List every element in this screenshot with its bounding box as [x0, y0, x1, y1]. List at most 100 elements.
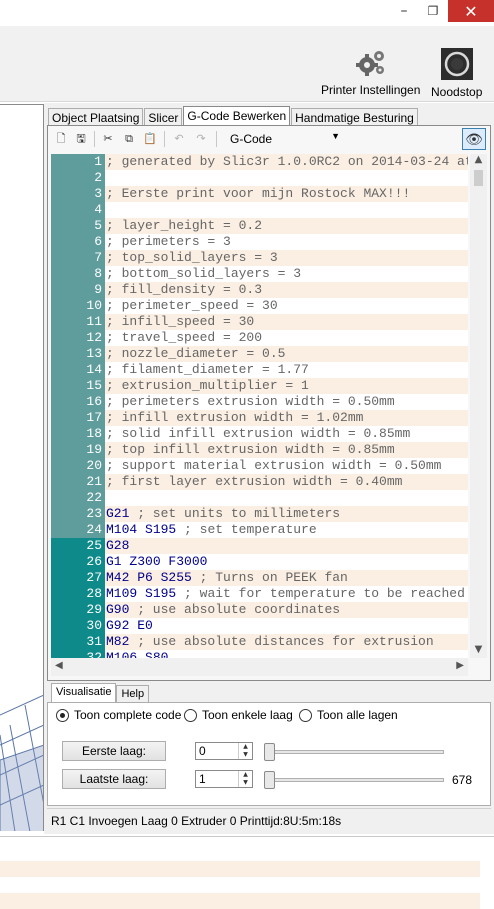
last-layer-button[interactable]: Laatste laag:	[62, 769, 166, 789]
code-line[interactable]: 5; layer_height = 0.2	[51, 218, 468, 234]
line-number: 30	[51, 618, 105, 634]
last-layer-spinner[interactable]: 1 ▲ ▼	[195, 770, 253, 788]
copy-icon[interactable]: ⧉	[122, 132, 136, 146]
line-text: ; infill extrusion width = 1.02mm	[105, 410, 468, 426]
last-layer-slider[interactable]	[264, 770, 444, 789]
line-text: ; nozzle_diameter = 0.5	[105, 346, 468, 362]
code-line[interactable]: 29 G90 ; use absolute coordinates	[51, 602, 468, 618]
3d-preview-pane[interactable]	[0, 104, 44, 831]
code-line[interactable]: 10; perimeter_speed = 30	[51, 298, 468, 314]
code-line[interactable]: 14; filament_diameter = 1.77	[51, 362, 468, 378]
radio-show-all-layers[interactable]: Toon alle lagen	[299, 708, 398, 722]
scroll-left-icon[interactable]: ◀	[55, 660, 63, 671]
redo-icon[interactable]: ↷	[194, 132, 208, 146]
code-line[interactable]: 16; perimeters extrusion width = 0.50mm	[51, 394, 468, 410]
code-line[interactable]: 7; top_solid_layers = 3	[51, 250, 468, 266]
cut-icon[interactable]: ✂	[101, 132, 115, 146]
printer-model-preview	[0, 694, 43, 831]
line-text	[105, 202, 468, 218]
line-text: ; solid infill extrusion width = 0.85mm	[105, 426, 468, 442]
undo-icon[interactable]: ↶	[172, 132, 186, 146]
code-view[interactable]: 1; generated by Slic3r 1.0.0RC2 on 2014-…	[51, 154, 468, 658]
toolbar-separator	[164, 131, 165, 147]
line-number: 3	[51, 186, 105, 202]
tab-help[interactable]: Help	[116, 685, 150, 703]
code-line[interactable]: 27 M42 P6 S255 ; Turns on PEEK fan	[51, 570, 468, 586]
line-text: ; fill_density = 0.3	[105, 282, 468, 298]
spinner-arrows-icon[interactable]: ▲ ▼	[238, 771, 252, 787]
code-line[interactable]: 23 G21 ; set units to millimeters	[51, 506, 468, 522]
line-number: 10	[51, 298, 105, 314]
line-text: G90 ; use absolute coordinates	[105, 602, 468, 618]
code-line[interactable]: 18; solid infill extrusion width = 0.85m…	[51, 426, 468, 442]
code-line[interactable]: 15; extrusion_multiplier = 1	[51, 378, 468, 394]
code-line[interactable]: 28 M109 S195 ; wait for temperature to be…	[51, 586, 468, 602]
line-text: G92 E0	[105, 618, 468, 634]
horizontal-scrollbar[interactable]: ◀ ▶	[51, 658, 468, 676]
code-line[interactable]: 25 G28	[51, 538, 468, 554]
line-number: 20	[51, 458, 105, 474]
code-line[interactable]: 8; bottom_solid_layers = 3	[51, 266, 468, 282]
line-number: 14	[51, 362, 105, 378]
save-icon[interactable]: 🖫	[74, 132, 88, 146]
code-line[interactable]: 11; infill_speed = 30	[51, 314, 468, 330]
language-select[interactable]: G-Code ▼	[226, 130, 344, 148]
spinner-arrows-icon[interactable]: ▲ ▼	[238, 743, 252, 759]
code-line[interactable]: 19; top infill extrusion width = 0.85mm	[51, 442, 468, 458]
radio-label: Toon enkele laag	[202, 708, 293, 722]
tab-visualisation[interactable]: Visualisatie	[51, 683, 117, 703]
code-line[interactable]: 26 G1 Z300 F3000	[51, 554, 468, 570]
emergency-stop-button[interactable]: Noodstop	[431, 48, 482, 99]
line-text: M42 P6 S255 ; Turns on PEEK fan	[105, 570, 468, 586]
tab-gcode-editor[interactable]: G-Code Bewerken	[183, 106, 291, 127]
printer-settings-button[interactable]: Printer Instellingen	[321, 48, 420, 97]
scroll-thumb[interactable]	[474, 170, 483, 186]
slider-thumb[interactable]	[264, 743, 275, 761]
line-number: 1	[51, 154, 105, 170]
scroll-right-icon[interactable]: ▶	[456, 660, 464, 671]
code-line[interactable]: 9; fill_density = 0.3	[51, 282, 468, 298]
maximize-button[interactable]: ❐	[420, 0, 446, 22]
minimize-button[interactable]: –	[388, 0, 420, 22]
paste-icon[interactable]: 📋	[143, 132, 157, 146]
code-line[interactable]: 13; nozzle_diameter = 0.5	[51, 346, 468, 362]
code-line[interactable]: 2	[51, 170, 468, 186]
code-line[interactable]: 12; travel_speed = 200	[51, 330, 468, 346]
code-line[interactable]: 3; Eerste print voor mijn Rostock MAX!!!	[51, 186, 468, 202]
slider-thumb[interactable]	[264, 771, 275, 789]
code-line[interactable]: 30 G92 E0	[51, 618, 468, 634]
toolbar-separator	[216, 131, 217, 147]
code-line[interactable]: 22	[51, 490, 468, 506]
visualisation-content: Toon complete code Toon enkele laag Toon…	[47, 702, 491, 806]
radio-show-complete-code[interactable]: Toon complete code	[56, 708, 181, 722]
code-line[interactable]: 24 M104 S195 ; set temperature	[51, 522, 468, 538]
line-text: G21 ; set units to millimeters	[105, 506, 468, 522]
line-number: 32	[51, 650, 105, 658]
code-line[interactable]: 20; support material extrusion width = 0…	[51, 458, 468, 474]
code-line[interactable]: 1; generated by Slic3r 1.0.0RC2 on 2014-…	[51, 154, 468, 170]
radio-indicator	[299, 708, 312, 722]
first-layer-button[interactable]: Eerste laag:	[62, 741, 166, 761]
scroll-down-icon[interactable]: ▼	[470, 644, 487, 658]
scroll-up-icon[interactable]: ▲	[470, 154, 487, 168]
vertical-scrollbar[interactable]: ▲ ▼	[470, 154, 487, 658]
log-pane[interactable]	[0, 836, 494, 909]
chevron-down-icon: ▼	[331, 131, 340, 141]
code-line[interactable]: 32 M106 S80	[51, 650, 468, 658]
code-line[interactable]: 4	[51, 202, 468, 218]
code-line[interactable]: 31 M82 ; use absolute distances for extru…	[51, 634, 468, 650]
new-file-icon[interactable]: 🗋	[54, 132, 68, 146]
first-layer-slider[interactable]	[264, 742, 444, 761]
line-text: G28	[105, 538, 468, 554]
line-text: ; perimeters = 3	[105, 234, 468, 250]
visibility-toggle-button[interactable]: 👁	[462, 128, 486, 150]
code-line[interactable]: 17; infill extrusion width = 1.02mm	[51, 410, 468, 426]
radio-show-single-layer[interactable]: Toon enkele laag	[184, 708, 293, 722]
radio-label: Toon alle lagen	[317, 708, 398, 722]
code-line[interactable]: 6; perimeters = 3	[51, 234, 468, 250]
line-text: ; support material extrusion width = 0.5…	[105, 458, 468, 474]
first-layer-spinner[interactable]: 0 ▲ ▼	[195, 742, 253, 760]
line-number: 28	[51, 586, 105, 602]
code-line[interactable]: 21; first layer extrusion width = 0.40mm	[51, 474, 468, 490]
close-button[interactable]: ✕	[448, 0, 494, 22]
